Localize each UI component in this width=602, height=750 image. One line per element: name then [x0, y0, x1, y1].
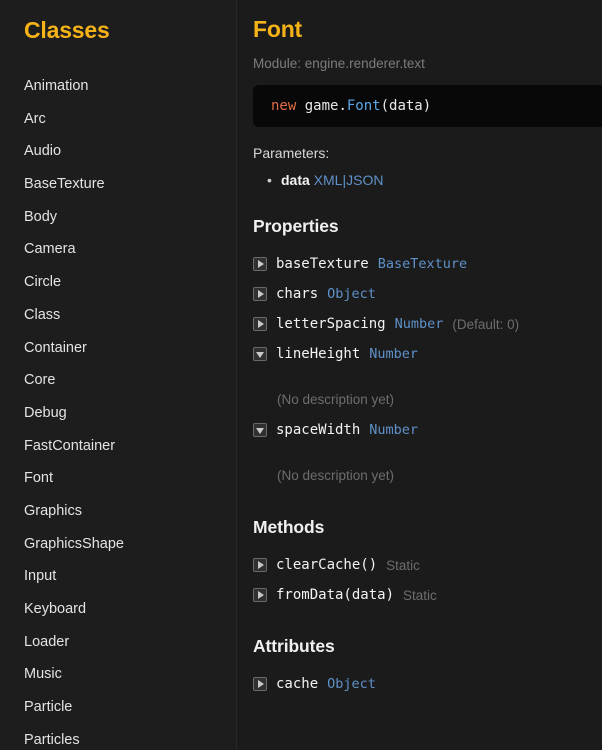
- member-meta: (Default: 0): [452, 316, 520, 332]
- member-meta: Static: [386, 557, 420, 573]
- member-name: lineHeight: [276, 346, 361, 362]
- attributes-heading: Attributes: [253, 636, 335, 656]
- sidebar-item-audio[interactable]: Audio: [0, 135, 236, 168]
- main-content: Font Module: engine.renderer.text new ga…: [237, 0, 602, 750]
- sidebar-item-graphics[interactable]: Graphics: [0, 495, 236, 528]
- attributes-list: cache Object: [253, 669, 602, 699]
- chevron-right-icon[interactable]: [253, 677, 267, 691]
- member-name: baseTexture: [276, 256, 369, 272]
- member-row-chars[interactable]: chars Object: [253, 279, 602, 309]
- sidebar-item-class[interactable]: Class: [0, 299, 236, 332]
- sidebar-item-circle[interactable]: Circle: [0, 266, 236, 299]
- sidebar-item-fastcontainer[interactable]: FastContainer: [0, 430, 236, 463]
- sidebar-item-basetexture[interactable]: BaseTexture: [0, 168, 236, 201]
- sidebar-item-debug[interactable]: Debug: [0, 397, 236, 430]
- sidebar-item-graphicsshape[interactable]: GraphicsShape: [0, 528, 236, 561]
- sidebar-item-core[interactable]: Core: [0, 364, 236, 397]
- member-type-link[interactable]: BaseTexture: [378, 256, 467, 272]
- module-path: Module: engine.renderer.text: [253, 56, 425, 71]
- sidebar-item-camera[interactable]: Camera: [0, 233, 236, 266]
- parameter-item: data XML|JSON: [267, 170, 602, 190]
- member-entry: baseTexture BaseTexture: [253, 249, 602, 279]
- member-name: letterSpacing: [276, 316, 386, 332]
- methods-list: clearCache() Static fromData(data) Static: [253, 550, 602, 610]
- member-type-link[interactable]: Number: [369, 422, 418, 438]
- sidebar-item-particle[interactable]: Particle: [0, 691, 236, 724]
- member-name: chars: [276, 286, 319, 302]
- member-entry: lineHeight Number (No description yet): [253, 339, 602, 415]
- member-name: spaceWidth: [276, 422, 361, 438]
- member-row-cache[interactable]: cache Object: [253, 669, 602, 699]
- parameters-label: Parameters:: [253, 145, 330, 161]
- chevron-right-icon[interactable]: [253, 558, 267, 572]
- member-entry: letterSpacing Number (Default: 0): [253, 309, 602, 339]
- member-row-letterspacing[interactable]: letterSpacing Number (Default: 0): [253, 309, 602, 339]
- member-row-lineheight[interactable]: lineHeight Number: [253, 339, 602, 369]
- chevron-down-icon[interactable]: [253, 347, 267, 361]
- sidebar-item-particles[interactable]: Particles: [0, 724, 236, 750]
- member-row-spacewidth[interactable]: spaceWidth Number: [253, 415, 602, 445]
- member-entry: cache Object: [253, 669, 602, 699]
- code-namespace: game.: [296, 98, 347, 114]
- member-type-link[interactable]: Number: [395, 316, 444, 332]
- chevron-down-icon[interactable]: [253, 423, 267, 437]
- page-title: Font: [253, 16, 303, 42]
- sidebar-item-keyboard[interactable]: Keyboard: [0, 593, 236, 626]
- sidebar-item-container[interactable]: Container: [0, 332, 236, 365]
- member-description: (No description yet): [277, 392, 395, 407]
- constructor-code-block: new game.Font(data): [253, 85, 602, 127]
- properties-heading: Properties: [253, 216, 339, 236]
- code-keyword: new: [271, 98, 297, 114]
- member-type-link[interactable]: Object: [327, 676, 376, 692]
- class-list: Animation Arc Audio BaseTexture Body Camera Ci…: [0, 70, 236, 750]
- sidebar-item-loader[interactable]: Loader: [0, 626, 236, 659]
- sidebar-item-music[interactable]: Music: [0, 658, 236, 691]
- parameter-type-link[interactable]: XML|JSON: [310, 172, 384, 188]
- code-arguments: (data): [380, 98, 432, 114]
- member-entry: chars Object: [253, 279, 602, 309]
- member-row-fromdatadata[interactable]: fromData(data) Static: [253, 580, 602, 610]
- member-name: cache: [276, 676, 319, 692]
- sidebar-item-body[interactable]: Body: [0, 201, 236, 234]
- chevron-right-icon[interactable]: [253, 317, 267, 331]
- member-meta: Static: [403, 587, 437, 603]
- sidebar-item-arc[interactable]: Arc: [0, 103, 236, 136]
- methods-heading: Methods: [253, 517, 325, 537]
- member-name: fromData(data): [276, 587, 395, 603]
- member-type-link[interactable]: Number: [369, 346, 418, 362]
- member-description: (No description yet): [277, 468, 395, 483]
- parameters-list: data XML|JSON: [253, 170, 602, 190]
- sidebar: Classes Animation Arc Audio BaseTexture Body…: [0, 0, 237, 750]
- member-entry: clearCache() Static: [253, 550, 602, 580]
- sidebar-item-input[interactable]: Input: [0, 560, 236, 593]
- member-row-clearcache[interactable]: clearCache() Static: [253, 550, 602, 580]
- parameter-name: data: [281, 172, 310, 188]
- member-type-link[interactable]: Object: [327, 286, 376, 302]
- sidebar-title: Classes: [24, 17, 110, 43]
- member-name: clearCache(): [276, 557, 378, 573]
- member-entry: fromData(data) Static: [253, 580, 602, 610]
- member-entry: spaceWidth Number (No description yet): [253, 415, 602, 491]
- chevron-right-icon[interactable]: [253, 287, 267, 301]
- chevron-right-icon[interactable]: [253, 257, 267, 271]
- sidebar-item-animation[interactable]: Animation: [0, 70, 236, 103]
- member-row-basetexture[interactable]: baseTexture BaseTexture: [253, 249, 602, 279]
- code-classname: Font: [346, 98, 381, 114]
- chevron-right-icon[interactable]: [253, 588, 267, 602]
- properties-list: baseTexture BaseTexture chars Object letterS…: [253, 249, 602, 491]
- sidebar-item-font[interactable]: Font: [0, 462, 236, 495]
